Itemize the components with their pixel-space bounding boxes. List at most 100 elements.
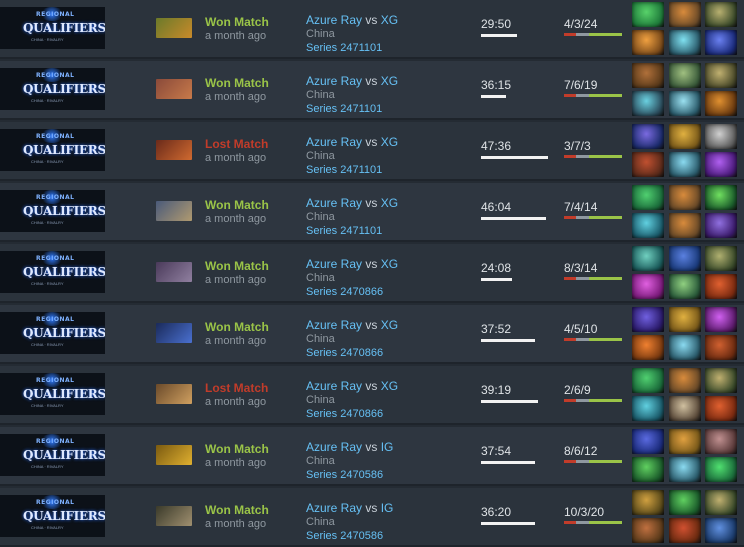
team-1-link[interactable]: Azure Ray <box>306 501 362 515</box>
item-icon[interactable] <box>705 152 737 177</box>
item-icon[interactable] <box>632 185 664 210</box>
item-icon[interactable] <box>632 429 664 454</box>
item-icon[interactable] <box>705 307 737 332</box>
hero-portrait[interactable] <box>156 384 192 404</box>
item-icon[interactable] <box>705 91 737 116</box>
tournament-banner[interactable]: REGIONAL QUALIFIERS CHINA · RIVALRY <box>0 495 105 537</box>
series-link[interactable]: Series 2470586 <box>306 469 383 481</box>
team-1-link[interactable]: Azure Ray <box>306 135 362 149</box>
item-icon[interactable] <box>705 63 737 88</box>
match-row[interactable]: REGIONAL QUALIFIERS CHINA · RIVALRY Won … <box>0 0 744 59</box>
team-1-link[interactable]: Azure Ray <box>306 196 362 210</box>
hero-portrait[interactable] <box>156 323 192 343</box>
item-icon[interactable] <box>669 63 701 88</box>
match-row[interactable]: REGIONAL QUALIFIERS CHINA · RIVALRY Lost… <box>0 366 744 425</box>
team-2-link[interactable]: XG <box>381 257 398 271</box>
match-row[interactable]: REGIONAL QUALIFIERS CHINA · RIVALRY Won … <box>0 244 744 303</box>
team-2-link[interactable]: XG <box>381 318 398 332</box>
match-result[interactable]: Won Match <box>205 503 269 517</box>
item-icon[interactable] <box>632 63 664 88</box>
match-result[interactable]: Won Match <box>205 259 269 273</box>
series-link[interactable]: Series 2470586 <box>306 530 383 542</box>
match-row[interactable]: REGIONAL QUALIFIERS CHINA · RIVALRY Lost… <box>0 122 744 181</box>
team-1-link[interactable]: Azure Ray <box>306 74 362 88</box>
hero-portrait[interactable] <box>156 140 192 160</box>
item-icon[interactable] <box>632 368 664 393</box>
item-icon[interactable] <box>705 457 737 482</box>
team-2-link[interactable]: XG <box>381 13 398 27</box>
item-icon[interactable] <box>705 2 737 27</box>
match-result[interactable]: Won Match <box>205 442 269 456</box>
item-icon[interactable] <box>632 274 664 299</box>
match-row[interactable]: REGIONAL QUALIFIERS CHINA · RIVALRY Won … <box>0 183 744 242</box>
item-icon[interactable] <box>669 307 701 332</box>
item-icon[interactable] <box>705 213 737 238</box>
series-link[interactable]: Series 2470866 <box>306 347 383 359</box>
tournament-banner[interactable]: REGIONAL QUALIFIERS CHINA · RIVALRY <box>0 434 105 476</box>
item-icon[interactable] <box>705 185 737 210</box>
item-icon[interactable] <box>705 335 737 360</box>
item-icon[interactable] <box>632 307 664 332</box>
item-icon[interactable] <box>632 30 664 55</box>
item-icon[interactable] <box>705 368 737 393</box>
hero-portrait[interactable] <box>156 18 192 38</box>
item-icon[interactable] <box>632 124 664 149</box>
series-link[interactable]: Series 2471101 <box>306 42 382 54</box>
team-2-link[interactable]: XG <box>381 379 398 393</box>
item-icon[interactable] <box>705 518 737 543</box>
item-icon[interactable] <box>669 30 701 55</box>
item-icon[interactable] <box>705 396 737 421</box>
item-icon[interactable] <box>705 30 737 55</box>
item-icon[interactable] <box>632 396 664 421</box>
hero-portrait[interactable] <box>156 262 192 282</box>
item-icon[interactable] <box>669 2 701 27</box>
item-icon[interactable] <box>632 213 664 238</box>
tournament-banner[interactable]: REGIONAL QUALIFIERS CHINA · RIVALRY <box>0 190 105 232</box>
team-2-link[interactable]: XG <box>381 196 398 210</box>
item-icon[interactable] <box>669 91 701 116</box>
item-icon[interactable] <box>632 490 664 515</box>
team-1-link[interactable]: Azure Ray <box>306 318 362 332</box>
match-result[interactable]: Lost Match <box>205 381 268 395</box>
tournament-banner[interactable]: REGIONAL QUALIFIERS CHINA · RIVALRY <box>0 373 105 415</box>
item-icon[interactable] <box>632 152 664 177</box>
tournament-banner[interactable]: REGIONAL QUALIFIERS CHINA · RIVALRY <box>0 129 105 171</box>
tournament-banner[interactable]: REGIONAL QUALIFIERS CHINA · RIVALRY <box>0 312 105 354</box>
item-icon[interactable] <box>632 457 664 482</box>
team-2-link[interactable]: IG <box>381 501 394 515</box>
series-link[interactable]: Series 2470866 <box>306 286 383 298</box>
match-result[interactable]: Lost Match <box>205 137 268 151</box>
item-icon[interactable] <box>632 91 664 116</box>
team-2-link[interactable]: IG <box>381 440 394 454</box>
item-icon[interactable] <box>705 429 737 454</box>
item-icon[interactable] <box>669 246 701 271</box>
item-icon[interactable] <box>669 396 701 421</box>
item-icon[interactable] <box>669 185 701 210</box>
item-icon[interactable] <box>669 152 701 177</box>
team-2-link[interactable]: XG <box>381 135 398 149</box>
match-result[interactable]: Won Match <box>205 15 269 29</box>
item-icon[interactable] <box>669 274 701 299</box>
match-row[interactable]: REGIONAL QUALIFIERS CHINA · RIVALRY Won … <box>0 427 744 486</box>
series-link[interactable]: Series 2471101 <box>306 164 382 176</box>
item-icon[interactable] <box>705 274 737 299</box>
hero-portrait[interactable] <box>156 506 192 526</box>
item-icon[interactable] <box>669 518 701 543</box>
team-2-link[interactable]: XG <box>381 74 398 88</box>
item-icon[interactable] <box>632 518 664 543</box>
item-icon[interactable] <box>669 124 701 149</box>
match-row[interactable]: REGIONAL QUALIFIERS CHINA · RIVALRY Won … <box>0 305 744 364</box>
series-link[interactable]: Series 2471101 <box>306 225 382 237</box>
item-icon[interactable] <box>632 335 664 360</box>
item-icon[interactable] <box>669 213 701 238</box>
match-row[interactable]: REGIONAL QUALIFIERS CHINA · RIVALRY Won … <box>0 61 744 120</box>
match-result[interactable]: Won Match <box>205 320 269 334</box>
item-icon[interactable] <box>669 429 701 454</box>
item-icon[interactable] <box>705 490 737 515</box>
hero-portrait[interactable] <box>156 79 192 99</box>
item-icon[interactable] <box>705 124 737 149</box>
team-1-link[interactable]: Azure Ray <box>306 13 362 27</box>
item-icon[interactable] <box>632 2 664 27</box>
match-result[interactable]: Won Match <box>205 76 269 90</box>
item-icon[interactable] <box>705 246 737 271</box>
